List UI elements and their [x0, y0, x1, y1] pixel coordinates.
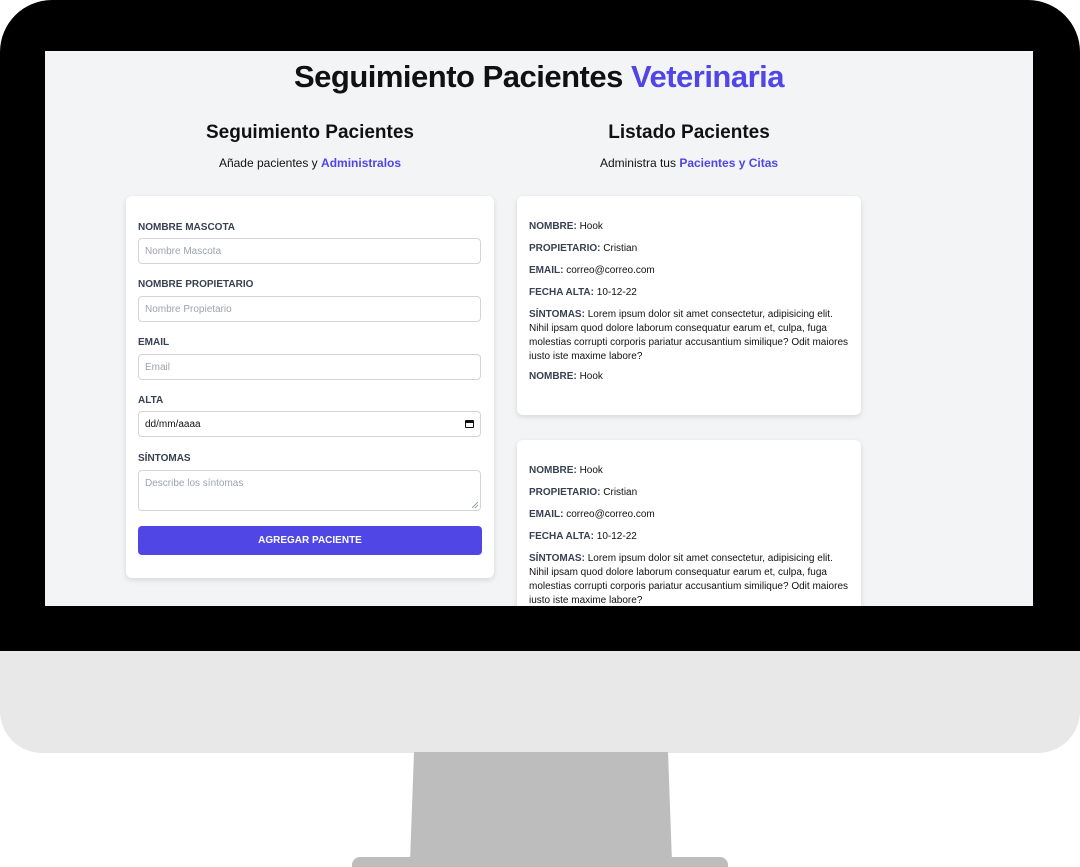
- patient-owner-value: Cristian: [603, 487, 638, 498]
- owner-name-label: NOMBRE PROPIETARIO: [138, 279, 254, 290]
- page-title-main: Seguimiento Pacientes: [293, 59, 623, 94]
- calendar-icon[interactable]: [465, 420, 474, 428]
- patient-date: FECHA ALTA: 10-12-22: [529, 286, 849, 300]
- email-placeholder: Email: [145, 361, 171, 373]
- symptoms-textarea[interactable]: Describe los síntomas: [138, 470, 481, 511]
- patient-name: NOMBRE: Hook: [529, 464, 849, 478]
- form-subtitle: Añade pacientes y Administralos: [126, 156, 494, 170]
- patient-date: FECHA ALTA: 10-12-22: [529, 530, 849, 544]
- list-subtitle-link: Pacientes y Citas: [679, 156, 779, 170]
- patient-extra-label: NOMBRE:: [529, 371, 577, 382]
- page-title: Seguimiento Pacientes Veterinaria: [45, 59, 1033, 95]
- patient-email-value: correo@correo.com: [566, 265, 655, 276]
- patient-email-label: EMAIL:: [529, 265, 564, 276]
- pet-name-label: NOMBRE MASCOTA: [138, 222, 236, 233]
- add-patient-button[interactable]: AGREGAR PACIENTE: [138, 526, 482, 555]
- date-value: dd/mm/aaaa: [145, 418, 201, 430]
- date-label: ALTA: [138, 395, 164, 406]
- symptoms-label: SÍNTOMAS: [138, 453, 191, 464]
- patient-symptoms: SÍNTOMAS: Lorem ipsum dolor sit amet con…: [529, 552, 849, 606]
- patient-date-label: FECHA ALTA:: [529, 287, 594, 298]
- patient-extra-value: Hook: [579, 371, 603, 382]
- patient-name-value: Hook: [579, 221, 603, 232]
- patient-email: EMAIL: correo@correo.com: [529, 264, 849, 278]
- page-title-accent: Veterinaria: [630, 59, 785, 94]
- symptoms-placeholder: Describe los síntomas: [145, 478, 244, 489]
- patient-owner: PROPIETARIO: Cristian: [529, 242, 849, 256]
- patient-name-value: Hook: [579, 465, 603, 476]
- patient-owner-value: Cristian: [603, 243, 638, 254]
- patient-form: NOMBRE MASCOTA Nombre Mascota NOMBRE PRO…: [126, 196, 494, 578]
- owner-name-placeholder: Nombre Propietario: [145, 303, 232, 315]
- pet-name-placeholder: Nombre Mascota: [145, 245, 222, 257]
- patient-owner-label: PROPIETARIO:: [529, 487, 601, 498]
- email-label: EMAIL: [138, 337, 170, 348]
- patient-date-value: 10-12-22: [596, 531, 637, 542]
- email-input[interactable]: Email: [138, 354, 481, 380]
- patient-date-label: FECHA ALTA:: [529, 531, 594, 542]
- patient-symptoms-label: SÍNTOMAS:: [529, 553, 585, 564]
- patient-name-label: NOMBRE:: [529, 465, 577, 476]
- app-screen: Seguimiento Pacientes Veterinaria Seguim…: [45, 51, 1033, 606]
- patient-owner-label: PROPIETARIO:: [529, 243, 601, 254]
- pet-name-input[interactable]: Nombre Mascota: [138, 238, 481, 264]
- patient-card: NOMBRE: Hook PROPIETARIO: Cristian EMAIL…: [517, 440, 861, 606]
- list-subtitle: Administra tus Pacientes y Citas: [517, 156, 861, 170]
- form-subtitle-link: Administralos: [321, 156, 402, 170]
- list-heading: Listado Pacientes: [608, 122, 770, 143]
- owner-name-input[interactable]: Nombre Propietario: [138, 296, 481, 322]
- resize-handle-icon[interactable]: [472, 502, 478, 508]
- patient-name: NOMBRE: Hook: [529, 220, 849, 234]
- patient-owner: PROPIETARIO: Cristian: [529, 486, 849, 500]
- patient-name-label: NOMBRE:: [529, 221, 577, 232]
- patient-card: NOMBRE: Hook PROPIETARIO: Cristian EMAIL…: [517, 196, 861, 415]
- list-subtitle-text: Administra tus: [599, 156, 676, 170]
- form-heading: Seguimiento Pacientes: [205, 122, 414, 143]
- monitor-stand-foot: [352, 857, 728, 867]
- patient-email: EMAIL: correo@correo.com: [529, 508, 849, 522]
- form-subtitle-text: Añade pacientes y: [218, 156, 318, 170]
- patient-extra: NOMBRE: Hook: [529, 370, 849, 384]
- monitor-chin: [0, 651, 1080, 753]
- patient-email-label: EMAIL:: [529, 509, 564, 520]
- patient-symptoms: SÍNTOMAS: Lorem ipsum dolor sit amet con…: [529, 308, 849, 364]
- monitor-stand-neck: [410, 752, 672, 862]
- patient-date-value: 10-12-22: [596, 287, 637, 298]
- date-input[interactable]: dd/mm/aaaa: [138, 411, 481, 437]
- patient-email-value: correo@correo.com: [566, 509, 655, 520]
- patient-symptoms-label: SÍNTOMAS:: [529, 309, 585, 320]
